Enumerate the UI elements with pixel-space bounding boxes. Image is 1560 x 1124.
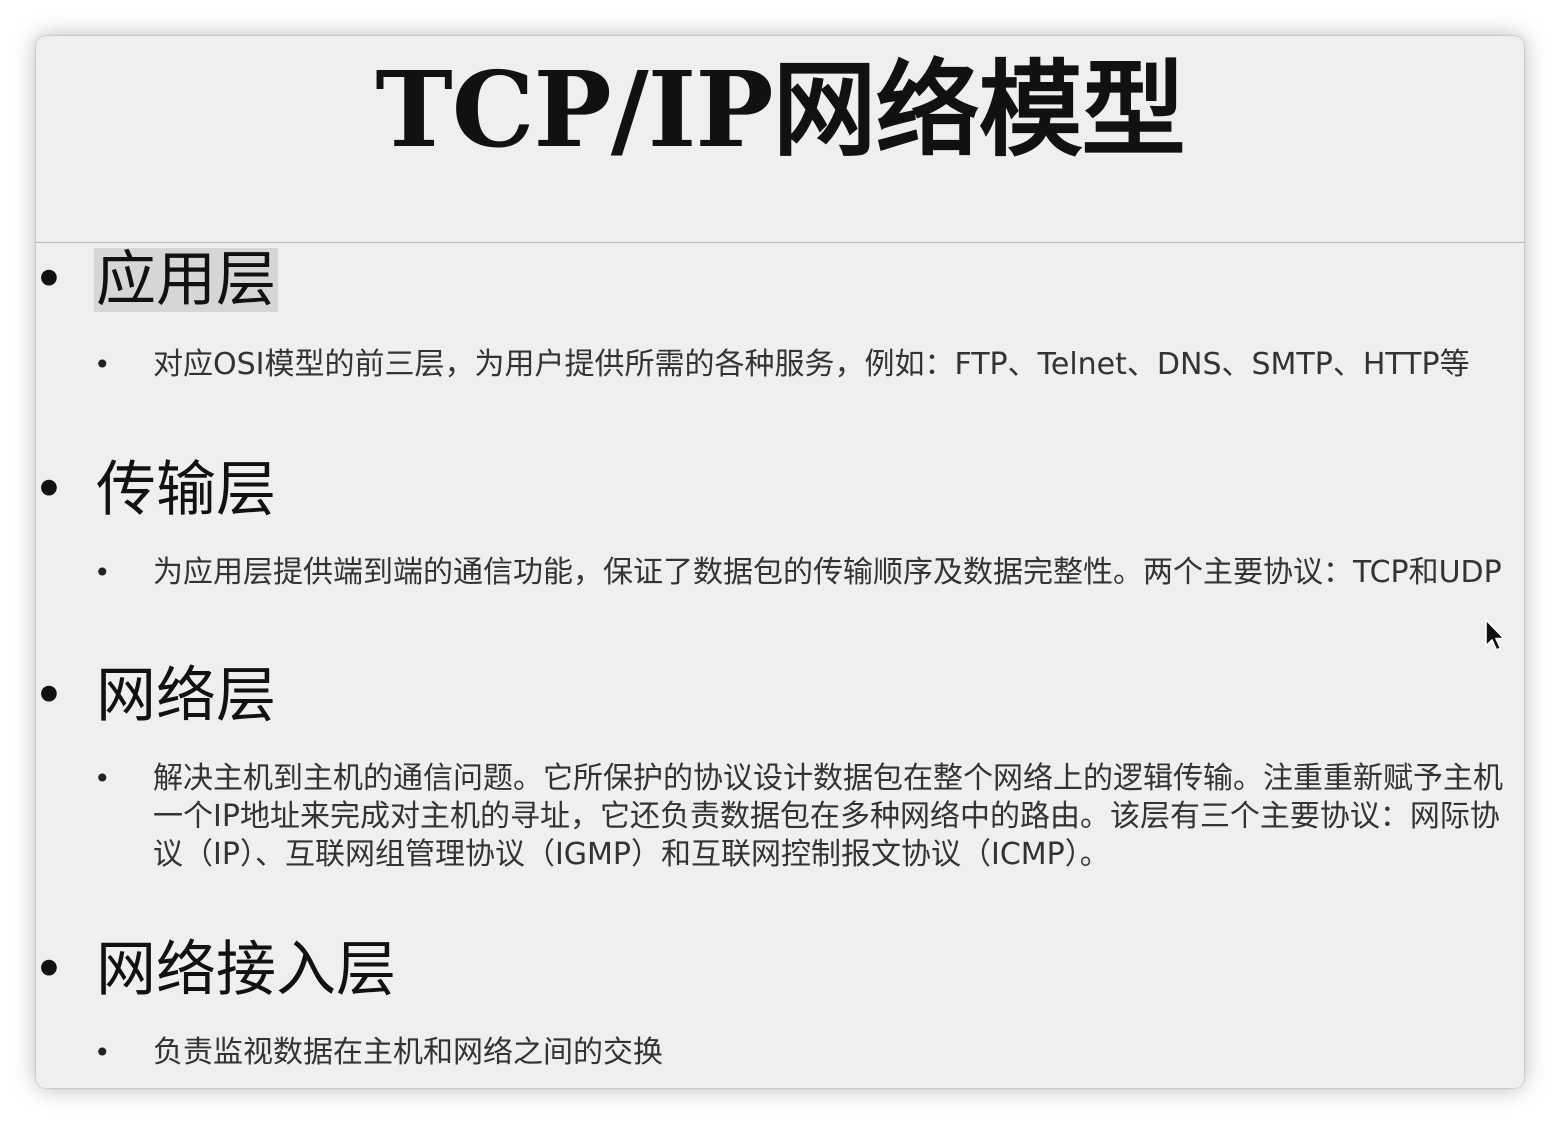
section-heading[interactable]: 网络层 [94, 664, 278, 728]
bullet-icon: • [94, 1036, 111, 1069]
title-divider [36, 242, 1524, 243]
bullet-icon: • [36, 938, 65, 1001]
section-heading[interactable]: 应用层 [94, 248, 278, 312]
section-heading[interactable]: 网络接入层 [94, 938, 398, 1002]
section-heading[interactable]: 传输层 [94, 458, 278, 522]
mouse-pointer-icon [1485, 619, 1505, 651]
section-body[interactable]: 对应OSI模型的前三层，为用户提供所需的各种服务，例如：FTP、Telnet、D… [153, 346, 1523, 384]
bullet-icon: • [94, 348, 111, 381]
slide-title: TCP/IP网络模型 [375, 48, 1185, 171]
section-body[interactable]: 为应用层提供端到端的通信功能，保证了数据包的传输顺序及数据完整性。两个主要协议：… [153, 554, 1523, 592]
section-body[interactable]: 负责监视数据在主机和网络之间的交换 [153, 1034, 1523, 1072]
bullet-icon: • [94, 762, 111, 795]
slide-window: TCP/IP网络模型 • 应用层 • 对应OSI模型的前三层，为用户提供所需的各… [36, 36, 1524, 1088]
bullet-icon: • [36, 248, 65, 311]
screen: TCP/IP网络模型 • 应用层 • 对应OSI模型的前三层，为用户提供所需的各… [0, 0, 1560, 1124]
bullet-icon: • [94, 556, 111, 589]
section-body[interactable]: 解决主机到主机的通信问题。它所保护的协议设计数据包在整个网络上的逻辑传输。注重重… [153, 760, 1523, 874]
bullet-icon: • [36, 664, 65, 727]
bullet-icon: • [36, 458, 65, 521]
